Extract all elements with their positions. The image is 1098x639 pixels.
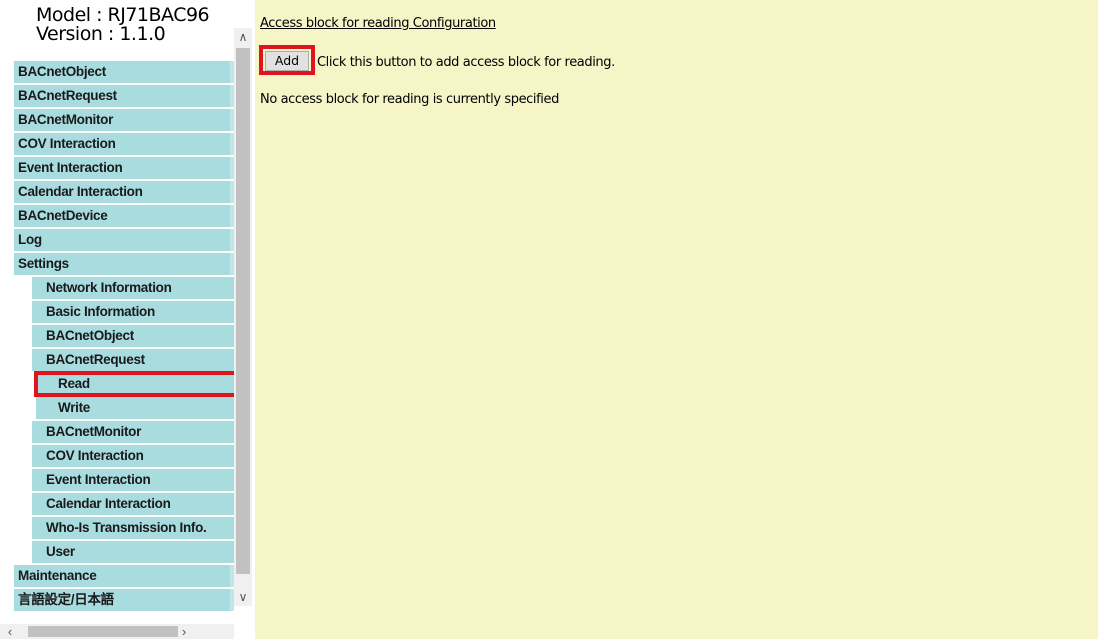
chevron-down-icon[interactable]: ∨ bbox=[234, 588, 252, 606]
menu-item-cov-interaction[interactable]: COV Interaction bbox=[14, 133, 234, 155]
menu-item-maintenance[interactable]: Maintenance bbox=[14, 565, 234, 587]
menu-item-calendar-interaction[interactable]: Calendar Interaction bbox=[32, 493, 248, 515]
menu-item-write[interactable]: Write bbox=[36, 397, 248, 419]
status-message: No access block for reading is currently… bbox=[260, 92, 559, 107]
menu-item-basic-information[interactable]: Basic Information bbox=[32, 301, 248, 323]
menu-item-who-is-transmission-info[interactable]: Who-Is Transmission Info. bbox=[32, 517, 248, 539]
menu-item-bacnetmonitor[interactable]: BACnetMonitor bbox=[32, 421, 248, 443]
menu-item-calendar-interaction[interactable]: Calendar Interaction bbox=[14, 181, 234, 203]
menu-item-bacnetrequest[interactable]: BACnetRequest bbox=[14, 85, 234, 107]
chevron-up-icon[interactable]: ∧ bbox=[234, 28, 252, 46]
menu-item-log[interactable]: Log bbox=[14, 229, 234, 251]
menu-item-bacnetobject[interactable]: BACnetObject bbox=[32, 325, 248, 347]
chevron-left-icon[interactable]: ‹ bbox=[0, 624, 20, 639]
content-frame: Access block for reading Configuration A… bbox=[255, 0, 1098, 639]
menu-item-bacnetobject[interactable]: BACnetObject bbox=[14, 61, 234, 83]
add-button-highlight: Add bbox=[259, 45, 315, 75]
add-button[interactable]: Add bbox=[265, 51, 309, 71]
chevron-right-icon[interactable]: › bbox=[174, 624, 194, 639]
version-label: Version : 1.1.0 bbox=[36, 23, 166, 45]
menu-item-settings[interactable]: Settings bbox=[14, 253, 234, 275]
navigation-frame: Model : RJ71BAC96 Version : 1.1.0 BACnet… bbox=[0, 0, 255, 639]
navigation-menu: BACnetObject BACnetRequest BACnetMonitor CO… bbox=[14, 61, 250, 613]
menu-item-network-information[interactable]: Network Information bbox=[32, 277, 248, 299]
menu-item-cov-interaction[interactable]: COV Interaction bbox=[32, 445, 248, 467]
menu-item-bacnetmonitor[interactable]: BACnetMonitor bbox=[14, 109, 234, 131]
device-info: Model : RJ71BAC96 Version : 1.1.0 bbox=[36, 6, 210, 45]
menu-item-user[interactable]: User bbox=[32, 541, 248, 563]
horizontal-scrollbar[interactable]: ‹ › bbox=[0, 624, 234, 639]
menu-item-event-interaction[interactable]: Event Interaction bbox=[14, 157, 234, 179]
scrollbar-thumb[interactable] bbox=[236, 48, 250, 574]
configuration-link[interactable]: Access block for reading Configuration bbox=[260, 16, 496, 31]
menu-item-bacnetrequest[interactable]: BACnetRequest bbox=[32, 349, 248, 371]
menu-item-event-interaction[interactable]: Event Interaction bbox=[32, 469, 248, 491]
vertical-scrollbar[interactable]: ∧ ∨ bbox=[234, 28, 252, 606]
menu-item-language[interactable]: 言語設定/日本語 bbox=[14, 589, 234, 611]
scrollbar-thumb[interactable] bbox=[28, 626, 178, 637]
menu-item-bacnetdevice[interactable]: BACnetDevice bbox=[14, 205, 234, 227]
add-hint-text: Click this button to add access block fo… bbox=[317, 55, 615, 70]
menu-item-read[interactable]: Read bbox=[34, 371, 250, 397]
